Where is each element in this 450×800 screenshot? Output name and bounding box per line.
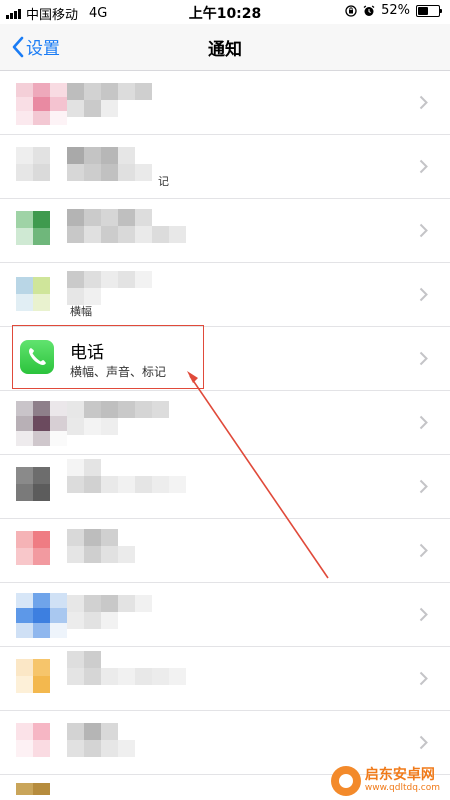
watermark-logo-icon [330, 766, 361, 796]
watermark-text: 启东安卓网 www.qdltdq.com [364, 767, 440, 793]
watermark-title: 启东安卓网 [364, 767, 435, 784]
watermark: 启东安卓网 www.qdltdq.com [330, 766, 440, 796]
annotation-arrow [187, 371, 329, 579]
watermark-url: www.qdltdq.com [364, 782, 440, 793]
